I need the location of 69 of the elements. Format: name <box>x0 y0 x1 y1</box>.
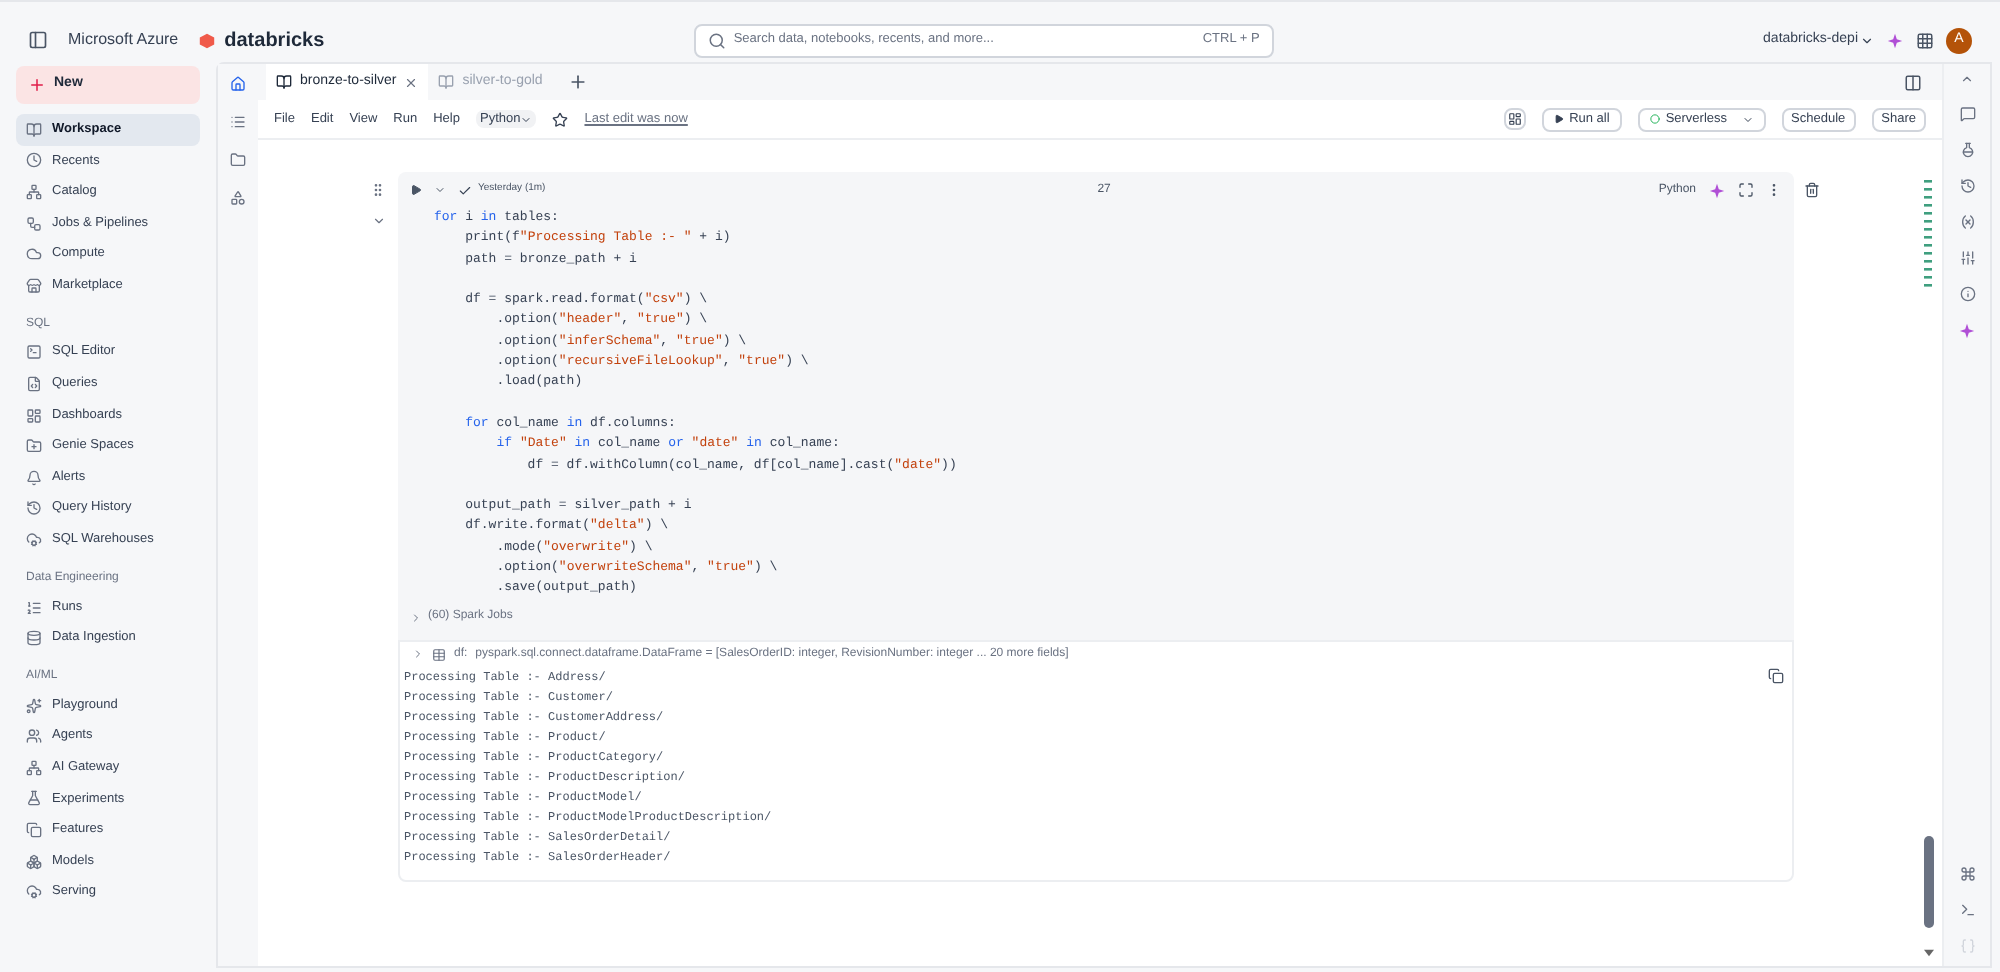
sparkles-icon <box>26 697 42 714</box>
collapse-icon[interactable] <box>372 214 386 228</box>
file-icon <box>26 375 42 392</box>
table-icon <box>432 647 446 662</box>
plus-icon <box>28 76 46 94</box>
play-icon <box>1553 114 1564 124</box>
fullscreen-icon[interactable] <box>1738 182 1754 198</box>
add-tab-icon[interactable] <box>568 72 589 92</box>
apps-icon[interactable] <box>1916 31 1934 49</box>
sliders-icon[interactable] <box>1959 250 1975 266</box>
scrollbar-thumb[interactable] <box>1923 836 1933 928</box>
comments-icon[interactable] <box>1959 106 1975 122</box>
users-icon <box>26 728 42 745</box>
clock-icon <box>26 152 42 169</box>
minimap-drawing <box>1923 180 1933 290</box>
search-icon <box>707 31 726 49</box>
chevron-down-icon <box>520 113 533 125</box>
success-icon <box>458 183 472 197</box>
flask-icon <box>26 790 42 807</box>
copy-icon[interactable] <box>1768 667 1784 684</box>
store-icon <box>26 277 42 294</box>
brand-text: Microsoft Azure <box>68 28 179 52</box>
assistant-icon[interactable] <box>1886 31 1904 49</box>
split-view-icon[interactable] <box>1904 74 1922 92</box>
network-icon <box>26 759 42 776</box>
variables-icon[interactable] <box>1959 214 1975 230</box>
logo-icon <box>198 31 217 49</box>
logo-text: databricks <box>224 27 325 55</box>
delete-icon[interactable] <box>1804 182 1820 198</box>
scroll-down-icon[interactable] <box>1923 948 1933 958</box>
copy-icon <box>26 822 42 839</box>
status-icon <box>1649 114 1660 124</box>
network-icon <box>26 183 42 200</box>
chevron-down-icon <box>1860 33 1874 47</box>
cloud-icon <box>26 246 42 263</box>
dashboard-icon <box>26 407 42 424</box>
flask-icon[interactable] <box>1959 142 1975 158</box>
history-icon <box>26 500 42 517</box>
sidebar-toggle-icon[interactable] <box>28 30 48 50</box>
terminal-icon[interactable] <box>1959 902 1975 918</box>
list-icon <box>26 599 42 616</box>
assistant-icon[interactable] <box>1708 181 1726 199</box>
close-tab-icon[interactable] <box>404 75 419 89</box>
workflow-icon <box>26 215 42 232</box>
drag-handle-icon[interactable] <box>370 182 386 198</box>
folder-plus-icon <box>26 438 42 455</box>
run-cell-icon[interactable] <box>410 184 422 196</box>
layout-button[interactable] <box>1503 108 1526 130</box>
notebook-icon <box>276 74 292 90</box>
chevron-down-icon <box>1741 113 1754 125</box>
favorite-icon[interactable] <box>552 111 569 127</box>
book-icon <box>26 121 42 138</box>
terminal-icon <box>26 344 42 361</box>
shapes-icon[interactable] <box>230 190 246 206</box>
collapse-icon[interactable] <box>1960 72 1974 86</box>
history-icon[interactable] <box>1959 178 1975 194</box>
assistant-icon[interactable] <box>1958 322 1976 340</box>
folder-icon[interactable] <box>230 152 246 168</box>
outline-icon[interactable] <box>230 114 246 130</box>
info-icon[interactable] <box>1959 286 1975 302</box>
shortcuts-icon[interactable] <box>1959 866 1975 882</box>
home-icon[interactable] <box>230 76 246 92</box>
notebook-icon <box>438 74 455 90</box>
bell-icon <box>26 469 42 486</box>
cloud-gear-icon <box>26 884 42 901</box>
database-icon <box>26 630 42 647</box>
cell-menu-icon[interactable] <box>434 184 446 196</box>
cloud-gear-icon <box>26 531 42 548</box>
boxes-icon <box>26 853 42 870</box>
